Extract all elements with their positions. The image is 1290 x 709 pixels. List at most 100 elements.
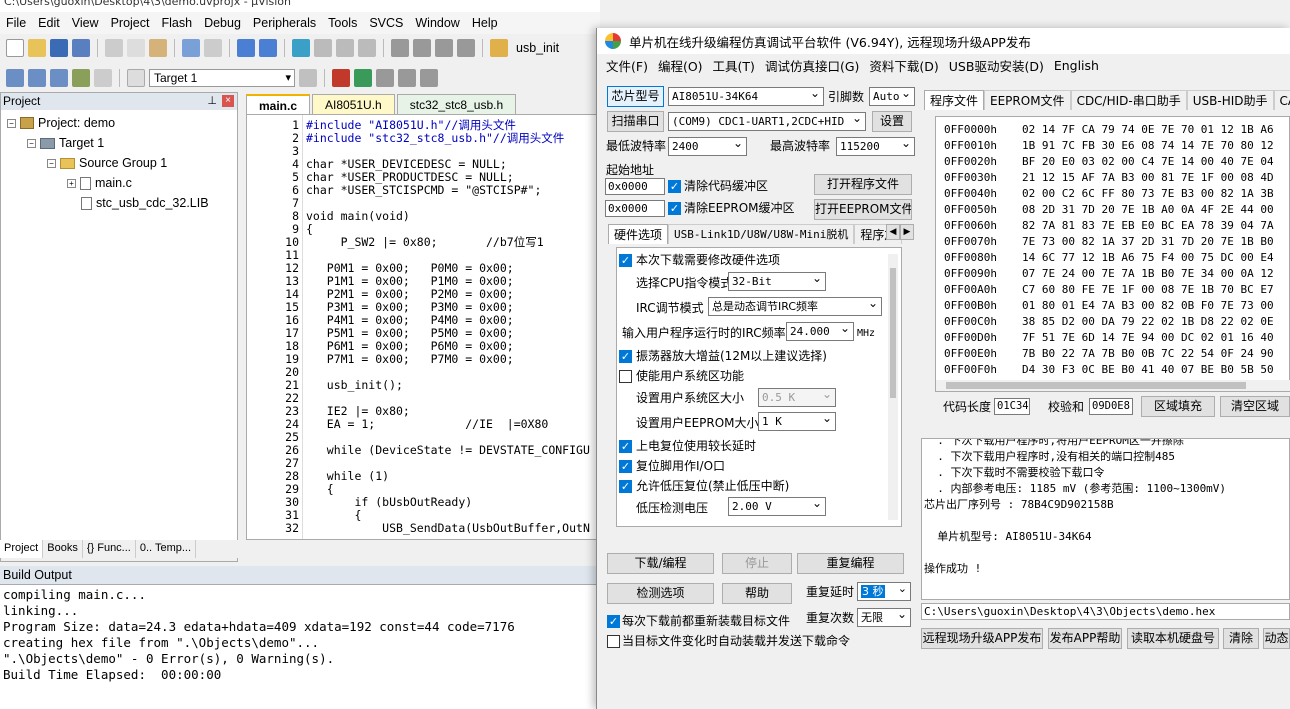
eeprom-size-select[interactable]: 1 K <box>758 412 836 431</box>
manage-project-items-icon[interactable] <box>420 69 438 87</box>
tab-usb-link1d[interactable]: USB-Link1D/U8W/U8W-Mini脱机 <box>668 224 855 244</box>
clear-log-button[interactable]: 清除 <box>1223 628 1259 649</box>
build-icon[interactable] <box>28 69 46 87</box>
tab-cdc-hid-serial[interactable]: CDC/HID-串口助手 <box>1070 90 1187 110</box>
load-icon[interactable] <box>127 69 145 87</box>
tab-functions[interactable]: {} Func... <box>83 540 136 558</box>
tree-file-main[interactable]: + main.c <box>67 174 132 192</box>
osc-gain-checkbox[interactable] <box>619 350 632 363</box>
eeprom-start-addr-input[interactable]: 0x0000 <box>605 200 665 217</box>
irc-mode-select[interactable]: 总是动态调节IRC频率 <box>708 297 882 316</box>
paste-icon[interactable] <box>149 39 167 57</box>
uncomment-icon[interactable] <box>457 39 475 57</box>
tab-program-file[interactable]: 程序文件 <box>924 90 985 110</box>
redo-icon[interactable] <box>204 39 222 57</box>
expand-icon[interactable]: + <box>67 178 76 188</box>
menu-project[interactable]: Project <box>105 16 156 30</box>
modify-hw-checkbox[interactable] <box>619 254 632 267</box>
select-packs-icon[interactable] <box>354 69 372 87</box>
pin-count-select[interactable]: Auto <box>869 87 915 106</box>
tab-ai8051u-h[interactable]: AI8051U.h <box>312 94 395 114</box>
menu-file[interactable]: File <box>0 16 32 30</box>
hardware-options-scrollbar[interactable] <box>888 254 898 520</box>
repeat-count-select[interactable]: 无限 <box>857 608 911 627</box>
tab-can[interactable]: CAN助手 <box>1273 90 1290 110</box>
isp-menu-english[interactable]: English <box>1049 58 1104 73</box>
lvr-checkbox[interactable] <box>619 480 632 493</box>
auto-download-checkbox[interactable] <box>607 635 620 648</box>
clear-eeprom-checkbox[interactable] <box>668 202 681 215</box>
menu-svcs[interactable]: SVCS <box>363 16 409 30</box>
por-delay-checkbox[interactable] <box>619 440 632 453</box>
find-in-files-icon[interactable] <box>490 39 508 57</box>
tab-templates[interactable]: 0.. Temp... <box>136 540 197 558</box>
collapse-icon[interactable]: − <box>47 158 56 168</box>
save-icon[interactable] <box>50 39 68 57</box>
sys-size-select[interactable]: 0.5 K <box>758 388 836 407</box>
manage-components-icon[interactable] <box>332 69 350 87</box>
bookmark-icon[interactable] <box>292 39 310 57</box>
remote-upgrade-button[interactable]: 远程现场升级APP发布 <box>921 628 1043 649</box>
enable-sys-checkbox[interactable] <box>619 370 632 383</box>
port-select[interactable]: (COM9) CDC1-UART1,2CDC+HID <box>668 112 866 131</box>
chip-model-button[interactable]: 芯片型号 <box>607 86 664 107</box>
tree-group[interactable]: − Source Group 1 <box>47 154 167 172</box>
tab-stc-usb-h[interactable]: stc32_stc8_usb.h <box>396 94 517 114</box>
manage-rte-icon[interactable] <box>398 69 416 87</box>
translate-icon[interactable] <box>6 69 24 87</box>
close-icon[interactable]: × <box>222 95 234 107</box>
repeat-delay-select[interactable]: 3 秒 ⌄ <box>857 582 911 601</box>
scan-port-button[interactable]: 扫描串口 <box>607 111 664 132</box>
menu-edit[interactable]: Edit <box>32 16 66 30</box>
isp-menu-debug[interactable]: 调试仿真接口(G) <box>760 56 864 75</box>
hex-hscrollbar[interactable] <box>936 380 1290 391</box>
download-button[interactable]: 下载/编程 <box>607 553 714 574</box>
tab-project[interactable]: Project <box>0 540 44 558</box>
menu-window[interactable]: Window <box>409 16 465 30</box>
code-editor[interactable]: 1 #include "AI8051U.h"//调用头文件 2 #include "s… <box>246 114 600 540</box>
code-start-addr-input[interactable]: 0x0000 <box>605 178 665 195</box>
check-options-button[interactable]: 检测选项 <box>607 583 714 604</box>
tree-target[interactable]: − Target 1 <box>27 134 104 152</box>
function-combo[interactable]: usb_init <box>516 41 559 55</box>
chip-model-select[interactable]: AI8051U-34K64 <box>668 87 824 106</box>
max-baud-select[interactable]: 115200 <box>836 137 915 156</box>
unindent-icon[interactable] <box>413 39 431 57</box>
stop-build-icon[interactable] <box>94 69 112 87</box>
log-output[interactable]: . 下次下载用户程序时,将用户EEPROM区一并擦除 . 下次下载用户程序时,没… <box>921 438 1290 600</box>
menu-debug[interactable]: Debug <box>198 16 247 30</box>
tree-project[interactable]: − Project: demo <box>7 114 115 132</box>
clear-bookmarks-icon[interactable] <box>358 39 376 57</box>
collapse-icon[interactable]: − <box>27 138 36 148</box>
help-button[interactable]: 帮助 <box>722 583 792 604</box>
settings-button[interactable]: 设置 <box>872 111 912 132</box>
nav-forward-icon[interactable] <box>259 39 277 57</box>
tab-scroll-left-icon[interactable]: ◀ <box>886 224 900 240</box>
target-combo[interactable]: Target 1 <box>149 69 295 87</box>
menu-peripherals[interactable]: Peripherals <box>247 16 322 30</box>
menu-help[interactable]: Help <box>466 16 504 30</box>
min-baud-select[interactable]: 2400 <box>668 137 747 156</box>
menu-flash[interactable]: Flash <box>155 16 198 30</box>
rebuild-icon[interactable] <box>50 69 68 87</box>
menu-tools[interactable]: Tools <box>322 16 363 30</box>
clear-code-checkbox[interactable] <box>668 180 681 193</box>
reload-checkbox[interactable] <box>607 615 620 628</box>
hex-view[interactable]: 0FF0000h 02 14 7F CA 79 74 0E 7E 70 01 12… <box>935 116 1290 392</box>
comment-icon[interactable] <box>435 39 453 57</box>
new-file-icon[interactable] <box>6 39 24 57</box>
nav-back-icon[interactable] <box>237 39 255 57</box>
indent-icon[interactable] <box>391 39 409 57</box>
target-options-icon[interactable] <box>299 69 317 87</box>
irc-freq-select[interactable]: 24.000 <box>786 322 854 341</box>
tab-books[interactable]: Books <box>43 540 83 558</box>
batch-build-icon[interactable] <box>72 69 90 87</box>
tab-hardware-options[interactable]: 硬件选项 <box>608 224 669 244</box>
tab-eeprom-file[interactable]: EEPROM文件 <box>984 90 1071 110</box>
next-bookmark-icon[interactable] <box>336 39 354 57</box>
cpu-mode-select[interactable]: 32-Bit <box>728 272 826 291</box>
undo-icon[interactable] <box>182 39 200 57</box>
open-eeprom-button[interactable]: 打开EEPROM文件 <box>814 199 912 220</box>
cut-icon[interactable] <box>105 39 123 57</box>
prev-bookmark-icon[interactable] <box>314 39 332 57</box>
